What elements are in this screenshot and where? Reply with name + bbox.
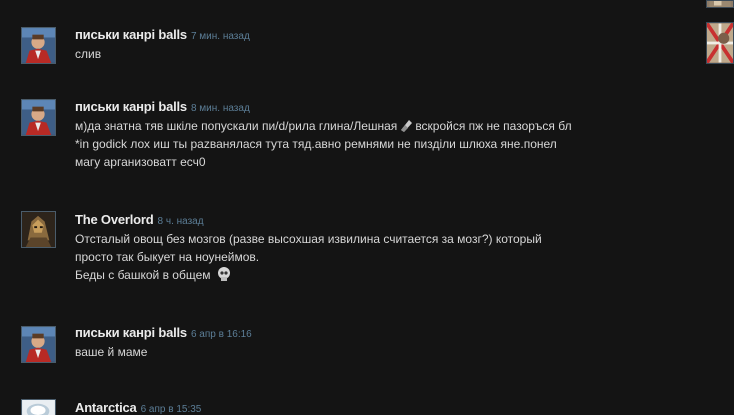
user-avatar[interactable] — [21, 326, 56, 363]
comment-timestamp: 8 ч. назад — [157, 216, 204, 227]
comment-author[interactable]: письки канрі balls — [75, 325, 187, 340]
user-avatar[interactable] — [21, 399, 56, 415]
comment-timestamp: 8 мин. назад — [190, 103, 250, 114]
comment-timestamp: 6 апр в 15:35 — [140, 404, 202, 415]
comment-timestamp: 6 апр в 16:16 — [190, 329, 252, 340]
skull-emoticon-icon — [216, 266, 232, 282]
pill-emoticon-icon — [398, 117, 414, 133]
side-thumbnail-top[interactable] — [706, 0, 734, 8]
side-thumbnail-flag[interactable] — [706, 22, 734, 64]
comment-feed: письки канрі balls 7 мин. назад слив пись… — [0, 0, 700, 415]
comment-author[interactable]: The Overlord — [75, 212, 154, 227]
user-avatar[interactable] — [21, 99, 56, 136]
comment-author[interactable]: Antarctica — [75, 400, 137, 415]
comment-text: слив — [75, 47, 102, 61]
comment-text: Отсталый овощ без мозгов (разве высохшая… — [75, 232, 542, 282]
comment-text: м)да знатна тяв шкіле попускали пи/d/рил… — [75, 117, 572, 169]
comment-author[interactable]: письки канрі balls — [75, 99, 187, 114]
comment-author[interactable]: письки канрі balls — [75, 27, 187, 42]
comment-timestamp: 7 мин. назад — [190, 31, 250, 42]
user-avatar[interactable] — [21, 27, 56, 64]
user-avatar[interactable] — [21, 211, 56, 248]
comment-text: ваше й маме — [75, 345, 148, 359]
